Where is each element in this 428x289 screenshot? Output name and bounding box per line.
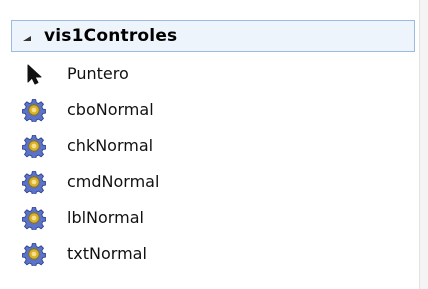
toolbox-panel: vis1Controles Puntero cboNormal chkNorma… <box>0 0 428 289</box>
collapse-triangle-icon[interactable] <box>23 35 31 41</box>
gear-component-icon <box>22 135 46 158</box>
pointer-arrow-icon <box>27 64 42 85</box>
group-header-vis1controles[interactable]: vis1Controles <box>11 20 415 52</box>
toolbox-item-label: txtNormal <box>67 244 147 263</box>
toolbox-item-label: lblNormal <box>67 208 144 227</box>
toolbox-item-cmdnormal[interactable]: cmdNormal <box>0 164 410 200</box>
toolbox-item-txtnormal[interactable]: txtNormal <box>0 236 410 272</box>
toolbox-item-label: cmdNormal <box>67 172 160 191</box>
gear-component-icon <box>22 99 46 122</box>
gear-component-icon <box>22 171 46 194</box>
toolbox-item-label: chkNormal <box>67 136 154 155</box>
panel-scrollbar-track[interactable] <box>419 0 428 289</box>
toolbox-item-puntero[interactable]: Puntero <box>0 56 410 92</box>
toolbox-item-chknormal[interactable]: chkNormal <box>0 128 410 164</box>
toolbox-item-lblnormal[interactable]: lblNormal <box>0 200 410 236</box>
toolbox-item-label: Puntero <box>67 64 129 83</box>
toolbox-item-label: cboNormal <box>67 100 154 119</box>
gear-component-icon <box>22 243 46 266</box>
group-title: vis1Controles <box>44 26 178 46</box>
toolbox-item-cbonormal[interactable]: cboNormal <box>0 92 410 128</box>
gear-component-icon <box>22 207 46 230</box>
